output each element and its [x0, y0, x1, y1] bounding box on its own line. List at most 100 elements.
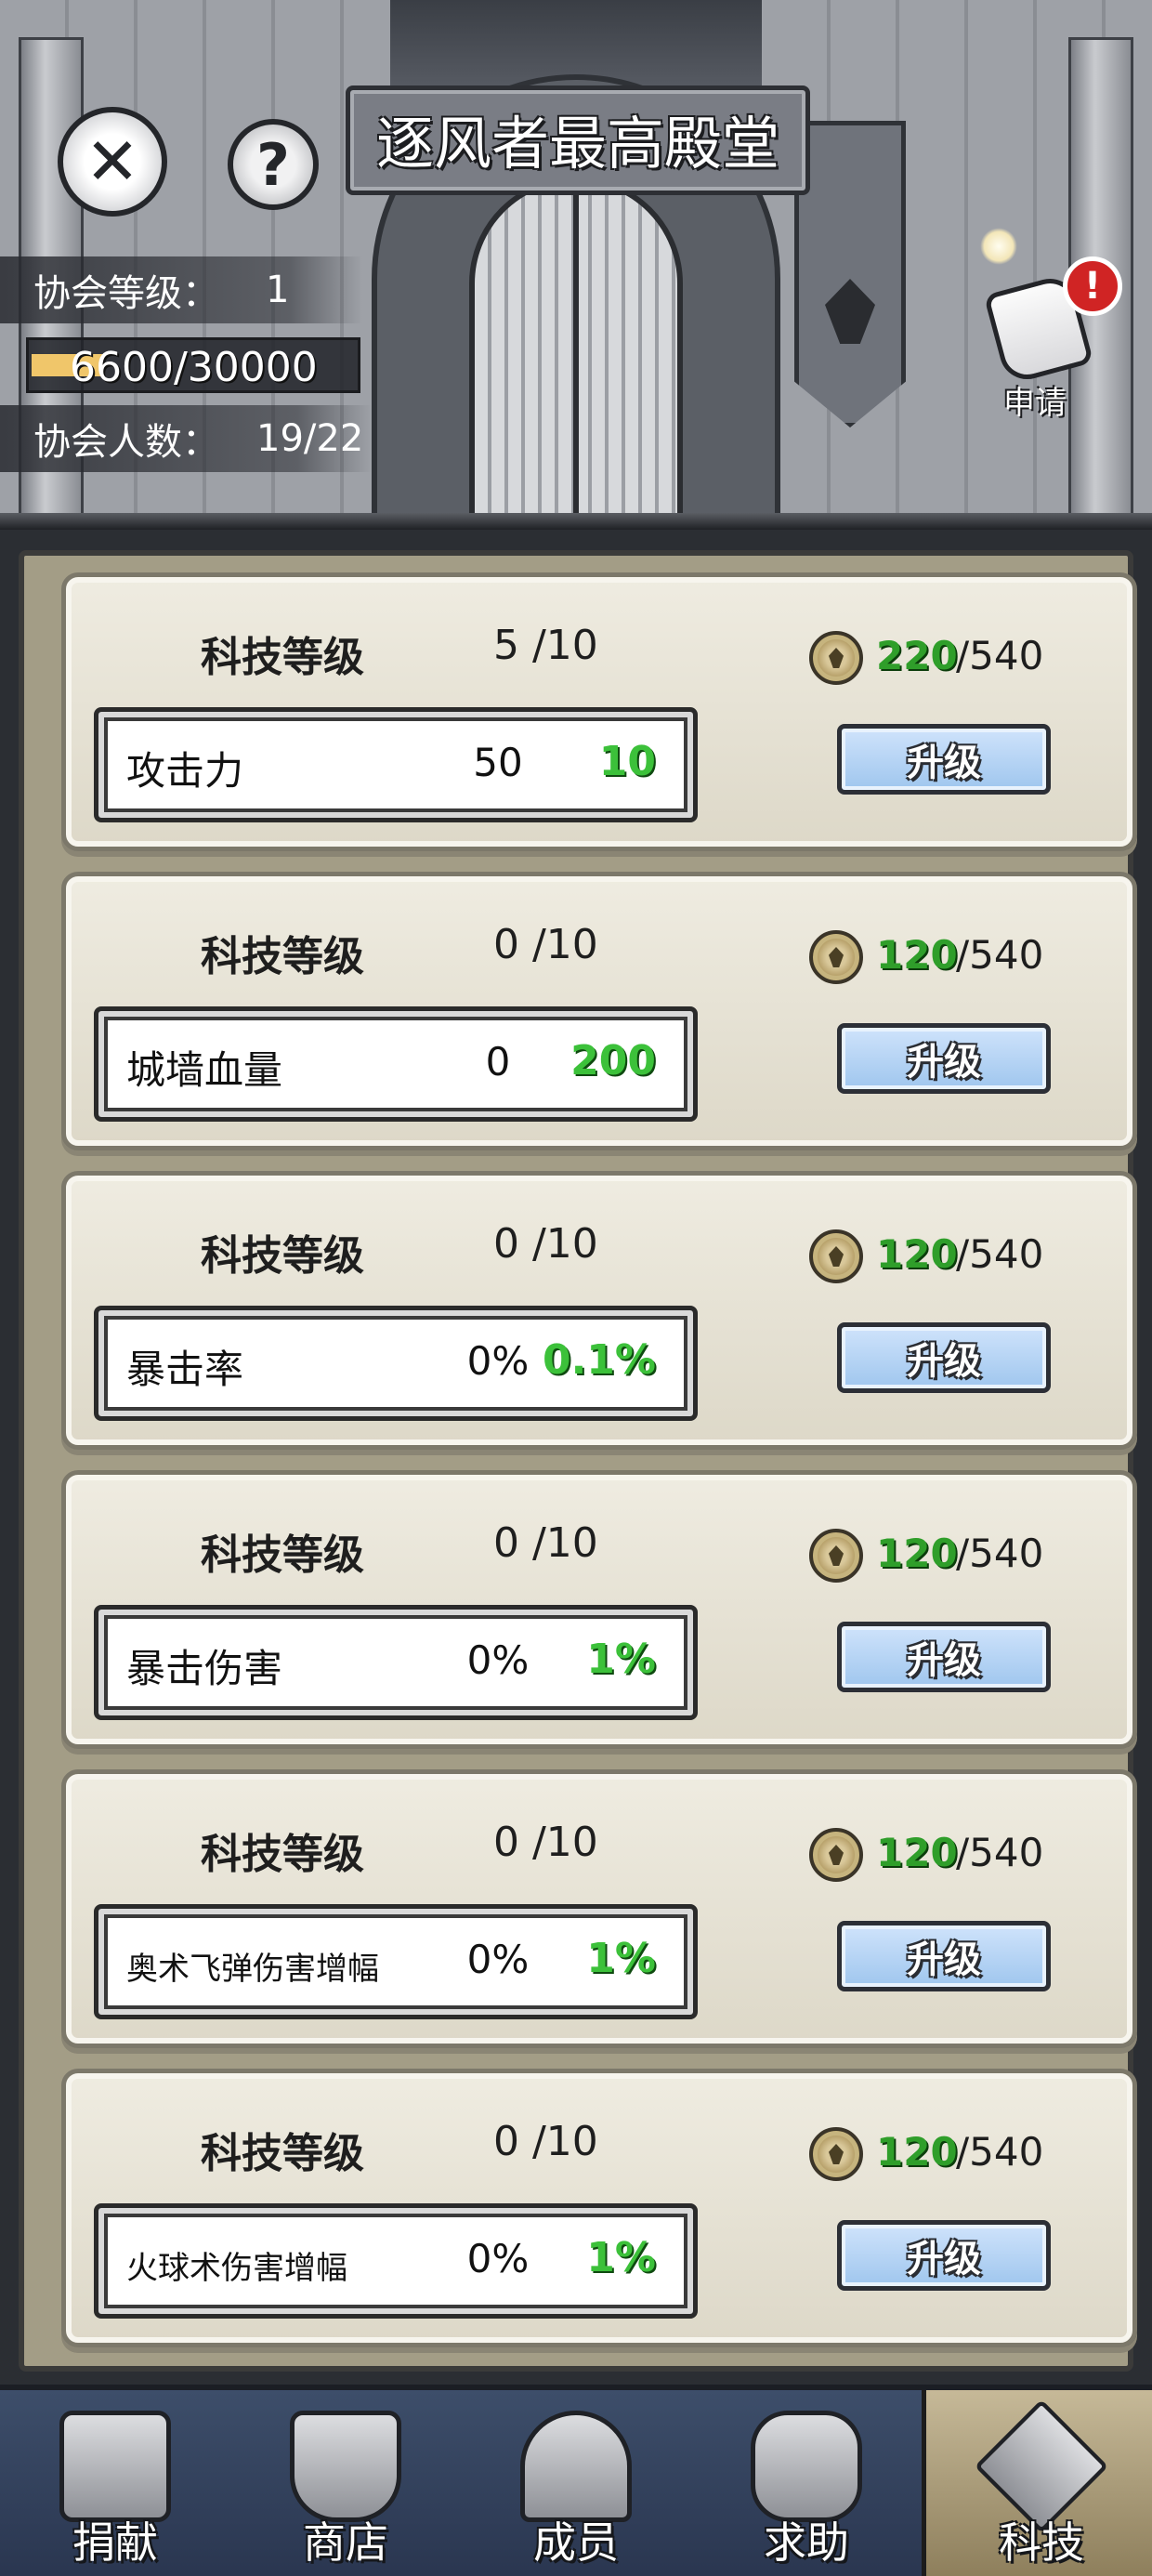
upgrade-button[interactable]: 升级 — [837, 1023, 1051, 1094]
help-button[interactable]: ? — [228, 119, 319, 210]
stat-name: 奥术飞弹伤害增幅 — [126, 1951, 379, 1988]
cost-have: 120 — [876, 1830, 958, 1875]
cost-have: 120 — [876, 932, 958, 978]
stat-current-value: 0% — [466, 1937, 530, 1982]
nav-tab-5[interactable]: 科技 — [922, 2390, 1152, 2576]
wall-lamp-icon — [980, 228, 1017, 265]
upgrade-button[interactable]: 升级 — [837, 1622, 1051, 1692]
bottom-nav: 捐献 商店 成员 求助 科技 — [0, 2385, 1152, 2576]
cost-have: 120 — [876, 2129, 958, 2175]
tech-level-value: 5 /10 — [493, 622, 598, 669]
guild-coin-icon — [809, 1828, 863, 1882]
cost-have: 220 — [876, 633, 958, 678]
guild-level-value: 1 — [266, 269, 290, 311]
stat-increment: 1% — [586, 1935, 656, 1982]
stat-increment: 0.1% — [542, 1336, 656, 1384]
nav-tab-3[interactable]: 成员 — [461, 2390, 691, 2576]
nav-tab-label: 成员 — [533, 2517, 619, 2568]
guild-coin-icon — [809, 2127, 863, 2181]
question-mark-icon: ? — [256, 130, 290, 199]
tech-card-5: 科技等级 0 /10 奥术飞弹伤害增幅 0% 1% 120 /540 升级 — [61, 1769, 1137, 2048]
stat-name: 火球术伤害增幅 — [126, 2250, 347, 2287]
stat-box: 攻击力 50 10 — [94, 707, 698, 822]
tech-card-6: 科技等级 0 /10 火球术伤害增幅 0% 1% 120 /540 升级 — [61, 2069, 1137, 2347]
hanging-banner — [794, 121, 906, 427]
alert-badge: ! — [1063, 256, 1122, 316]
tech-level-value: 0 /10 — [493, 2118, 598, 2165]
cost-need: /540 — [956, 1531, 1044, 1576]
close-button[interactable]: ✕ — [58, 107, 167, 217]
stat-name: 暴击伤害 — [126, 1646, 283, 1691]
header-divider — [0, 513, 1152, 530]
guild-level-row: 协会等级： 1 — [0, 256, 362, 323]
close-icon: ✕ — [85, 124, 140, 200]
tech-level-value: 0 /10 — [493, 1220, 598, 1268]
shop-icon — [290, 2411, 401, 2522]
stat-increment: 10 — [598, 738, 656, 785]
stat-increment: 1% — [586, 2234, 656, 2281]
cost-need: /540 — [956, 1830, 1044, 1875]
tech-card-4: 科技等级 0 /10 暴击伤害 0% 1% 120 /540 升级 — [61, 1470, 1137, 1749]
cost-have: 120 — [876, 1231, 958, 1277]
guild-coin-icon — [809, 930, 863, 984]
guild-hall-header: 逐风者最高殿堂 ✕ ? 协会等级： 1 6600/30000 协会人数： 19/… — [0, 0, 1152, 520]
donate-chest-icon — [59, 2411, 171, 2522]
tech-card-1: 科技等级 5 /10 攻击力 50 10 220 /540 升级 — [61, 572, 1137, 851]
apply-label: 申请 — [1003, 385, 1067, 422]
upgrade-button[interactable]: 升级 — [837, 1921, 1051, 1991]
tech-card-3: 科技等级 0 /10 暴击率 0% 0.1% 120 /540 升级 — [61, 1171, 1137, 1450]
nav-tab-label: 求助 — [764, 2517, 849, 2568]
stat-name: 暴击率 — [126, 1347, 244, 1392]
cost-need: /540 — [956, 2129, 1044, 2175]
stat-increment: 200 — [570, 1037, 656, 1084]
tech-level-label: 科技等级 — [201, 634, 364, 681]
cost-need: /540 — [956, 932, 1044, 978]
stat-current-value: 0 — [485, 1039, 511, 1084]
tech-level-label: 科技等级 — [201, 1531, 364, 1579]
cost-need: /540 — [956, 1231, 1044, 1277]
upgrade-button[interactable]: 升级 — [837, 724, 1051, 795]
members-icon — [520, 2411, 632, 2522]
nav-tab-1[interactable]: 捐献 — [0, 2390, 230, 2576]
member-count-value: 19/22 — [256, 417, 364, 460]
stat-box: 奥术飞弹伤害增幅 0% 1% — [94, 1904, 698, 2019]
stat-name: 城墙血量 — [126, 1047, 283, 1093]
tech-level-label: 科技等级 — [201, 2130, 364, 2177]
guild-experience-bar: 6600/30000 — [26, 337, 360, 393]
nav-tab-4[interactable]: 求助 — [691, 2390, 922, 2576]
nav-tab-2[interactable]: 商店 — [230, 2390, 461, 2576]
door-split — [573, 186, 579, 520]
stat-box: 暴击率 0% 0.1% — [94, 1306, 698, 1421]
tech-level-value: 0 /10 — [493, 1819, 598, 1866]
stat-box: 暴击伤害 0% 1% — [94, 1605, 698, 1720]
guild-coin-icon — [809, 1229, 863, 1283]
tech-level-value: 0 /10 — [493, 1519, 598, 1567]
stat-increment: 1% — [586, 1636, 656, 1683]
stat-current-value: 0% — [466, 1338, 530, 1384]
guild-coin-icon — [809, 1529, 863, 1583]
member-count-row: 协会人数： 19/22 — [0, 405, 372, 472]
guild-level-label: 协会等级： — [33, 272, 219, 315]
tech-card-2: 科技等级 0 /10 城墙血量 0 200 120 /540 升级 — [61, 872, 1137, 1150]
cost-need: /540 — [956, 633, 1044, 678]
tech-level-label: 科技等级 — [201, 1232, 364, 1280]
nav-tab-label: 科技 — [999, 2517, 1084, 2568]
tech-level-value: 0 /10 — [493, 921, 598, 968]
nav-tab-label: 捐献 — [72, 2517, 158, 2568]
tech-level-label: 科技等级 — [201, 933, 364, 980]
experience-text: 6600/30000 — [70, 344, 318, 391]
upgrade-button[interactable]: 升级 — [837, 2220, 1051, 2291]
upgrade-button[interactable]: 升级 — [837, 1322, 1051, 1393]
stat-name: 攻击力 — [126, 748, 244, 794]
apply-button[interactable]: ! 申请 — [983, 256, 1122, 422]
nav-tab-label: 商店 — [303, 2517, 388, 2568]
guild-coin-icon — [809, 631, 863, 685]
stat-current-value: 50 — [473, 740, 523, 785]
member-count-label: 协会人数： — [33, 421, 219, 464]
cost-have: 120 — [876, 1531, 958, 1576]
stat-current-value: 0% — [466, 1637, 530, 1683]
stat-box: 火球术伤害增幅 0% 1% — [94, 2203, 698, 2319]
stat-current-value: 0% — [466, 2236, 530, 2281]
tech-level-label: 科技等级 — [201, 1831, 364, 1878]
help-fist-icon — [751, 2411, 862, 2522]
